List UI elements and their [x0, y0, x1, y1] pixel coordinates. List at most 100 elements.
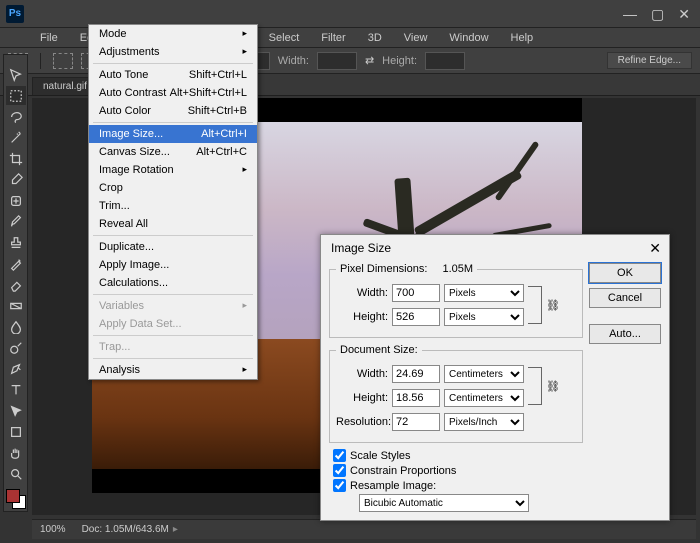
- dodge-tool-icon[interactable]: [6, 338, 26, 357]
- menu-item-apply-data-set: Apply Data Set...: [89, 315, 257, 333]
- menu-item-apply-image[interactable]: Apply Image...: [89, 256, 257, 274]
- path-select-tool-icon[interactable]: [6, 401, 26, 420]
- resample-label: Resample Image:: [350, 480, 436, 492]
- gradient-tool-icon[interactable]: [6, 296, 26, 315]
- menu-item-reveal-all[interactable]: Reveal All: [89, 215, 257, 233]
- dialog-close-icon[interactable]: ✕: [649, 241, 661, 255]
- px-width-unit[interactable]: Pixels: [444, 284, 524, 302]
- marquee-tool-icon[interactable]: [6, 86, 26, 105]
- doc-link-bracket: [528, 367, 542, 405]
- auto-button[interactable]: Auto...: [589, 324, 661, 344]
- lasso-tool-icon[interactable]: [6, 107, 26, 126]
- document-size-group: Document Size: Width: Centimeters Height…: [329, 344, 583, 443]
- menu-item-crop[interactable]: Crop: [89, 179, 257, 197]
- resolution-input[interactable]: [392, 413, 440, 431]
- blur-tool-icon[interactable]: [6, 317, 26, 336]
- eyedropper-tool-icon[interactable]: [6, 170, 26, 189]
- maximize-button[interactable]: ▢: [651, 7, 664, 21]
- type-tool-icon[interactable]: [6, 380, 26, 399]
- px-height-unit[interactable]: Pixels: [444, 308, 524, 326]
- menu-view[interactable]: View: [396, 30, 436, 46]
- pen-tool-icon[interactable]: [6, 359, 26, 378]
- history-brush-tool-icon[interactable]: [6, 254, 26, 273]
- doc-height-input[interactable]: [392, 389, 440, 407]
- status-bar: 100% Doc: 1.05M/643.6M: [32, 519, 696, 539]
- eraser-tool-icon[interactable]: [6, 275, 26, 294]
- menu-item-duplicate[interactable]: Duplicate...: [89, 238, 257, 256]
- menu-item-trim[interactable]: Trim...: [89, 197, 257, 215]
- app-logo: Ps: [6, 5, 24, 23]
- cancel-button[interactable]: Cancel: [589, 288, 661, 308]
- scale-styles-label: Scale Styles: [350, 450, 411, 462]
- swap-icon[interactable]: ⇄: [365, 54, 374, 67]
- marquee-rect-icon[interactable]: [53, 53, 73, 69]
- constrain-checkbox[interactable]: [333, 464, 346, 477]
- width-label: Width:: [278, 55, 309, 67]
- ok-button[interactable]: OK: [589, 263, 661, 283]
- resample-checkbox[interactable]: [333, 479, 346, 492]
- px-link-icon[interactable]: ⛓: [546, 299, 556, 312]
- menu-item-image-rotation[interactable]: Image Rotation: [89, 161, 257, 179]
- crop-tool-icon[interactable]: [6, 149, 26, 168]
- constrain-label: Constrain Proportions: [350, 465, 456, 477]
- menu-3d[interactable]: 3D: [360, 30, 390, 46]
- px-height-label: Height:: [336, 311, 388, 323]
- menu-filter[interactable]: Filter: [313, 30, 353, 46]
- document-size-label: Document Size:: [336, 344, 422, 356]
- close-button[interactable]: ✕: [678, 7, 690, 21]
- menu-help[interactable]: Help: [503, 30, 542, 46]
- shape-tool-icon[interactable]: [6, 422, 26, 441]
- resolution-unit[interactable]: Pixels/Inch: [444, 413, 524, 431]
- px-link-bracket: [528, 286, 542, 324]
- doc-info-label: Doc:: [82, 524, 103, 535]
- height-input[interactable]: [425, 52, 465, 70]
- resample-method-select[interactable]: Bicubic Automatic: [359, 494, 529, 512]
- menu-item-image-size[interactable]: Image Size...Alt+Ctrl+I: [89, 125, 257, 143]
- doc-width-input[interactable]: [392, 365, 440, 383]
- image-size-dialog: Image Size ✕ Pixel Dimensions: 1.05M Wid…: [320, 234, 670, 521]
- image-menu-dropdown: Mode Adjustments Auto ToneShift+Ctrl+L A…: [88, 24, 258, 380]
- doc-height-label: Height:: [336, 392, 388, 404]
- heal-tool-icon[interactable]: [6, 191, 26, 210]
- hand-tool-icon[interactable]: [6, 443, 26, 462]
- pixel-dimensions-group: Pixel Dimensions: 1.05M Width: Pixels He…: [329, 263, 583, 338]
- menu-item-variables: Variables: [89, 297, 257, 315]
- refine-edge-button[interactable]: Refine Edge...: [607, 52, 692, 69]
- menu-item-analysis[interactable]: Analysis: [89, 361, 257, 379]
- stamp-tool-icon[interactable]: [6, 233, 26, 252]
- px-width-label: Width:: [336, 287, 388, 299]
- window-controls: — ▢ ✕: [623, 7, 694, 21]
- toolbox: [3, 54, 28, 512]
- move-tool-icon[interactable]: [6, 65, 26, 84]
- menu-item-calculations[interactable]: Calculations...: [89, 274, 257, 292]
- menu-file[interactable]: File: [32, 30, 66, 46]
- doc-info-value: 1.05M/643.6M: [105, 524, 169, 535]
- menu-item-canvas-size[interactable]: Canvas Size...Alt+Ctrl+C: [89, 143, 257, 161]
- width-input[interactable]: [317, 52, 357, 70]
- menu-item-adjustments[interactable]: Adjustments: [89, 43, 257, 61]
- doc-width-label: Width:: [336, 368, 388, 380]
- doc-width-unit[interactable]: Centimeters: [444, 365, 524, 383]
- px-height-input[interactable]: [392, 308, 440, 326]
- scale-styles-checkbox[interactable]: [333, 449, 346, 462]
- wand-tool-icon[interactable]: [6, 128, 26, 147]
- menu-item-auto-tone[interactable]: Auto ToneShift+Ctrl+L: [89, 66, 257, 84]
- zoom-tool-icon[interactable]: [6, 464, 26, 483]
- menu-item-auto-color[interactable]: Auto ColorShift+Ctrl+B: [89, 102, 257, 120]
- menu-select[interactable]: Select: [261, 30, 308, 46]
- pixel-dimensions-value: 1.05M: [442, 263, 473, 275]
- pixel-dimensions-label: Pixel Dimensions:: [340, 263, 427, 275]
- dialog-title: Image Size: [331, 241, 391, 255]
- brush-tool-icon[interactable]: [6, 212, 26, 231]
- menu-window[interactable]: Window: [441, 30, 496, 46]
- doc-link-icon[interactable]: ⛓: [546, 380, 556, 393]
- color-swatch[interactable]: [6, 489, 26, 509]
- menu-item-mode[interactable]: Mode: [89, 25, 257, 43]
- height-label: Height:: [382, 55, 417, 67]
- doc-height-unit[interactable]: Centimeters: [444, 389, 524, 407]
- px-width-input[interactable]: [392, 284, 440, 302]
- resolution-label: Resolution:: [336, 416, 388, 428]
- menu-item-auto-contrast[interactable]: Auto ContrastAlt+Shift+Ctrl+L: [89, 84, 257, 102]
- zoom-level[interactable]: 100%: [40, 524, 66, 535]
- minimize-button[interactable]: —: [623, 7, 637, 21]
